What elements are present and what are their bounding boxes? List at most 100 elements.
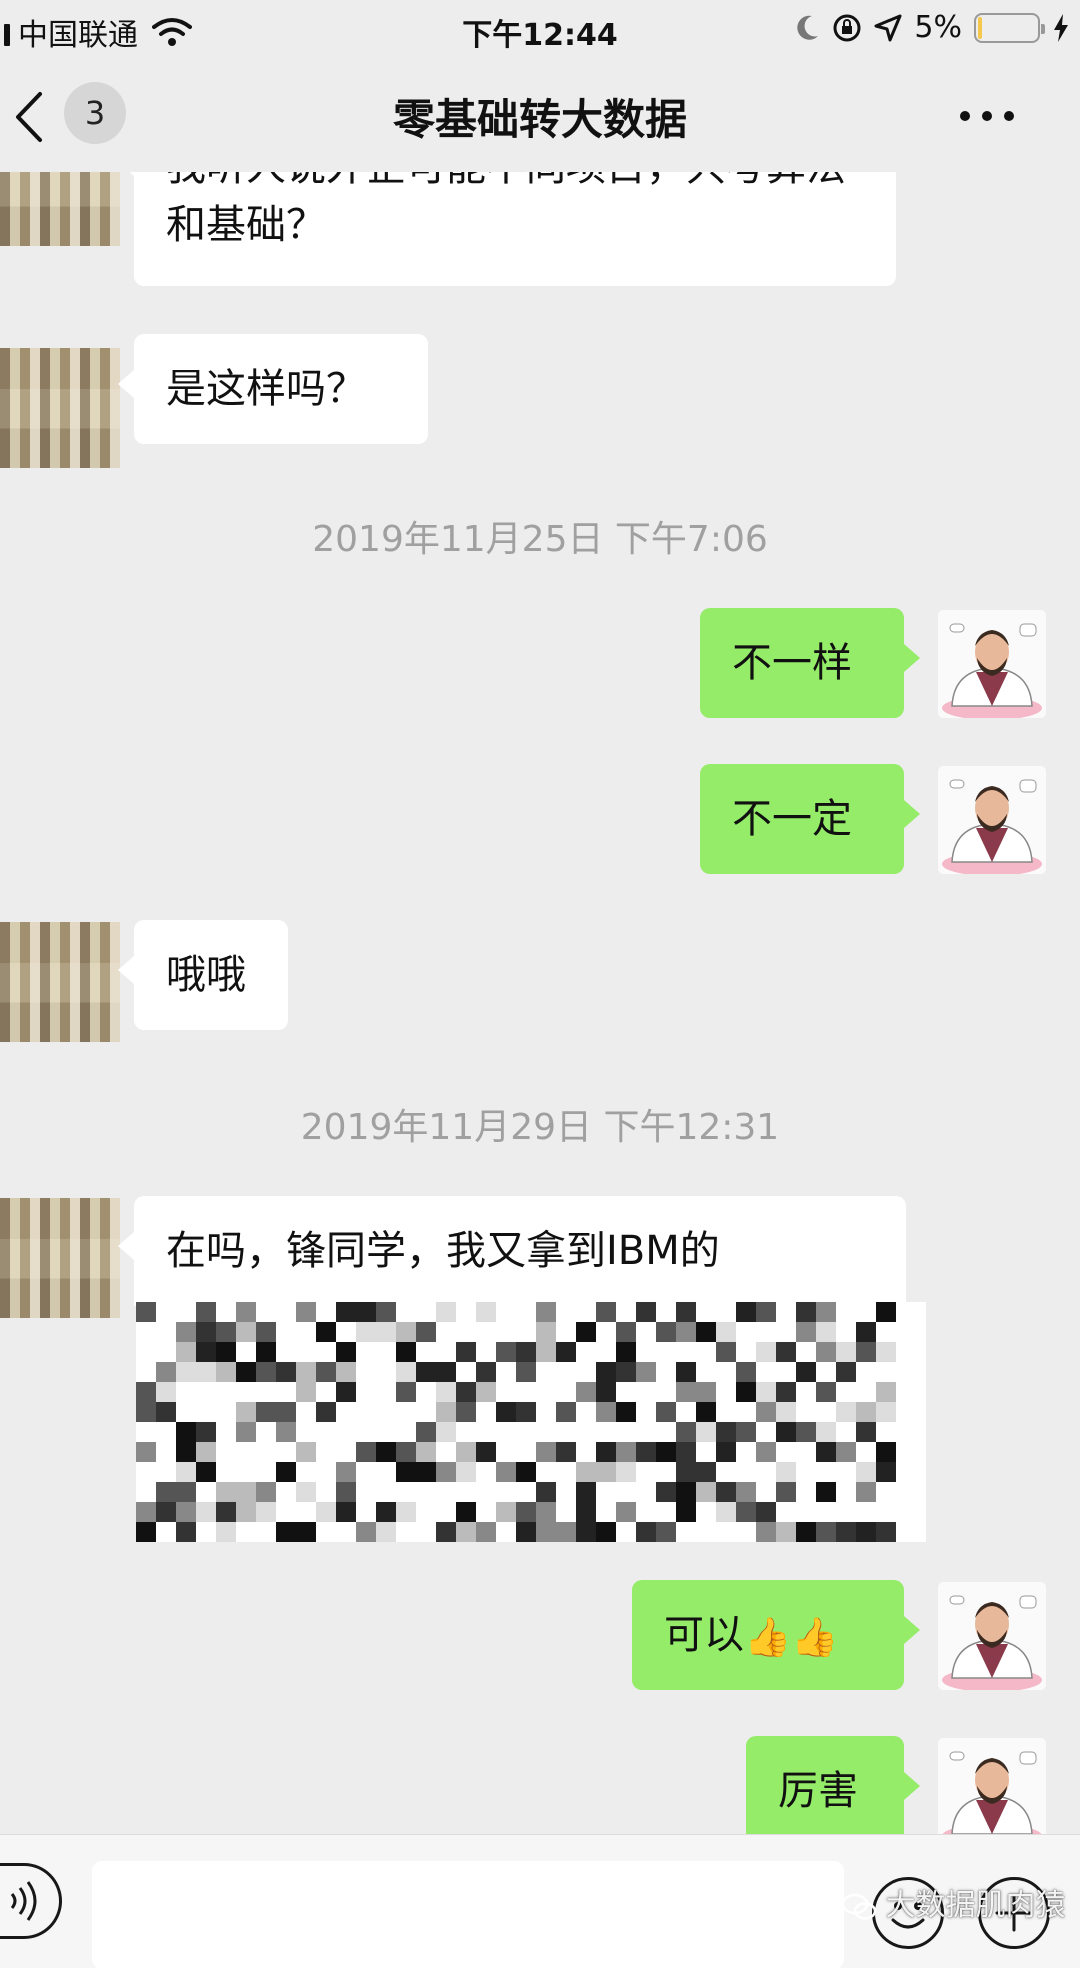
pixel-block: [576, 1462, 596, 1482]
pixel-block: [196, 1322, 216, 1342]
pixel-block: [616, 1342, 636, 1362]
pixel-block: [556, 1522, 576, 1542]
pixel-block: [196, 1422, 216, 1442]
pixel-block: [676, 1442, 696, 1462]
pixel-block: [736, 1302, 756, 1322]
pixel-block: [836, 1442, 856, 1462]
pixel-block: [576, 1482, 596, 1502]
pixel-block: [756, 1502, 776, 1522]
contact-avatar[interactable]: [0, 348, 120, 468]
pixel-block: [136, 1382, 156, 1402]
pixel-block: [396, 1382, 416, 1402]
avatar-illustration-icon: [938, 766, 1046, 874]
pixel-block: [176, 1482, 196, 1502]
pixel-block: [536, 1502, 556, 1522]
pixel-block: [736, 1502, 756, 1522]
pixel-block: [656, 1482, 676, 1502]
pixel-block: [636, 1362, 656, 1382]
status-bar: 中国联通 下午12:44 5%: [0, 0, 1080, 56]
pixel-block: [796, 1322, 816, 1342]
pixel-block: [876, 1462, 896, 1482]
pixel-block: [336, 1302, 356, 1322]
pixel-block: [216, 1522, 236, 1542]
pixel-block: [456, 1402, 476, 1422]
pixel-block: [436, 1422, 456, 1442]
pixel-block: [336, 1342, 356, 1362]
pixel-block: [756, 1402, 776, 1422]
pixel-block: [836, 1342, 856, 1362]
pixel-block: [416, 1362, 436, 1382]
pixel-block: [536, 1322, 556, 1342]
message-bubble-received[interactable]: 在吗，锋同学，我又拿到IBM的: [118, 1196, 906, 1306]
pixel-block: [656, 1322, 676, 1342]
pixel-block: [576, 1522, 596, 1542]
pixel-block: [276, 1362, 296, 1382]
pixel-block: [536, 1482, 556, 1502]
pixel-block: [136, 1502, 156, 1522]
pixel-block: [196, 1442, 216, 1462]
user-avatar[interactable]: [938, 610, 1046, 718]
message-text: 可以: [664, 1612, 744, 1658]
message-bubble-sent[interactable]: 不一定: [700, 764, 920, 874]
message-bubble-received[interactable]: 是这样吗？: [118, 334, 428, 444]
message-text: 是这样吗？: [166, 366, 366, 412]
pixel-block: [696, 1422, 716, 1442]
pixel-block: [296, 1522, 316, 1542]
contact-avatar[interactable]: [0, 922, 120, 1042]
pixel-block: [136, 1402, 156, 1422]
message-input[interactable]: [92, 1861, 844, 1968]
pixel-block: [816, 1522, 836, 1542]
pixel-block: [356, 1322, 376, 1342]
message-text: 厉害: [778, 1768, 858, 1814]
pixel-block: [376, 1522, 396, 1542]
pixel-block: [496, 1462, 516, 1482]
pixel-block: [596, 1362, 616, 1382]
pixel-block: [736, 1382, 756, 1402]
pixel-block: [396, 1462, 416, 1482]
contact-avatar[interactable]: [0, 172, 120, 246]
chat-area[interactable]: 我听人说外企可能不同项目，只考算法和基础？ 是这样吗？ 2019年11月25日 …: [0, 172, 1080, 1834]
pixel-block: [236, 1482, 256, 1502]
pixel-block: [296, 1442, 316, 1462]
pixel-block: [756, 1342, 776, 1362]
message-bubble-received[interactable]: 哦哦: [118, 920, 288, 1030]
pixel-block: [696, 1462, 716, 1482]
ellipsis-icon[interactable]: [959, 110, 1015, 122]
more-button[interactable]: [942, 96, 1032, 136]
pixel-block: [416, 1462, 436, 1482]
pixel-block: [256, 1322, 276, 1342]
moon-icon: [797, 15, 819, 40]
message-bubble-sent[interactable]: 不一样: [700, 608, 920, 718]
pixel-block: [336, 1382, 356, 1402]
pixel-block: [676, 1322, 696, 1342]
voice-button[interactable]: [0, 1863, 62, 1939]
user-avatar[interactable]: [938, 1582, 1046, 1690]
pixel-block: [576, 1502, 596, 1522]
pixel-block: [156, 1362, 176, 1382]
pixel-block: [136, 1302, 156, 1322]
pixel-block: [456, 1462, 476, 1482]
voice-icon[interactable]: [2, 1866, 52, 1936]
pixel-block: [656, 1402, 676, 1422]
pixel-block: [496, 1342, 516, 1362]
pixel-block: [396, 1502, 416, 1522]
pixel-block: [216, 1502, 236, 1522]
user-avatar[interactable]: [938, 766, 1046, 874]
user-avatar[interactable]: [938, 1738, 1046, 1834]
pixel-block: [516, 1462, 536, 1482]
pixel-block: [516, 1362, 536, 1382]
pixel-block: [716, 1442, 736, 1462]
pixel-block: [556, 1442, 576, 1462]
message-bubble-sent[interactable]: 可以👍👍: [632, 1580, 920, 1690]
pixel-block: [436, 1522, 456, 1542]
contact-avatar[interactable]: [0, 1198, 120, 1318]
message-bubble-received[interactable]: 我听人说外企可能不同项目，只考算法和基础？: [118, 172, 896, 286]
pixel-block: [456, 1442, 476, 1462]
pixel-block: [536, 1442, 556, 1462]
pixel-block: [856, 1402, 876, 1422]
message-bubble-sent[interactable]: 厉害: [746, 1736, 920, 1834]
pixel-block: [636, 1302, 656, 1322]
battery-icon: [974, 12, 1045, 43]
pixel-block: [876, 1522, 896, 1542]
pixel-block: [436, 1462, 456, 1482]
